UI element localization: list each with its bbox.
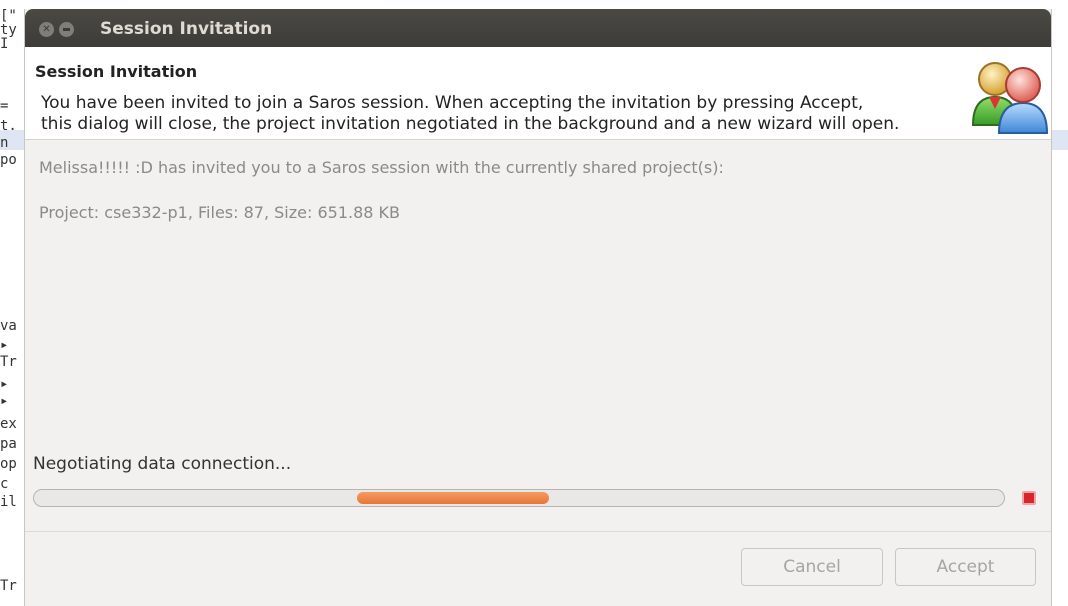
- dialog-header: Session Invitation You have been invited…: [25, 47, 1051, 140]
- header-title: Session Invitation: [35, 62, 198, 81]
- invite-text: Melissa!!!!! :D has invited you to a Sar…: [39, 158, 724, 177]
- minimize-window-button[interactable]: [59, 22, 74, 37]
- project-info-text: Project: cse332-p1, Files: 87, Size: 651…: [39, 203, 400, 222]
- progress-bar: [33, 489, 1005, 507]
- window-title: Session Invitation: [100, 19, 273, 39]
- header-message-line-2: this dialog will close, the project invi…: [41, 114, 900, 134]
- cancel-button[interactable]: Cancel: [741, 548, 883, 586]
- header-message: You have been invited to join a Saros se…: [41, 93, 981, 135]
- stop-button[interactable]: [1022, 491, 1036, 505]
- title-bar[interactable]: ✕ Session Invitation: [25, 9, 1051, 47]
- users-icon: [971, 62, 1049, 134]
- button-bar-separator: [25, 531, 1051, 532]
- session-invitation-dialog: ✕ Session Invitation Session Invitation …: [24, 9, 1052, 606]
- close-icon: ✕: [42, 24, 51, 35]
- accept-button[interactable]: Accept: [895, 548, 1036, 586]
- progress-bar-indicator: [357, 492, 549, 504]
- close-window-button[interactable]: ✕: [39, 22, 54, 37]
- header-message-line-1: You have been invited to join a Saros se…: [41, 93, 864, 113]
- progress-status-text: Negotiating data connection...: [33, 454, 292, 474]
